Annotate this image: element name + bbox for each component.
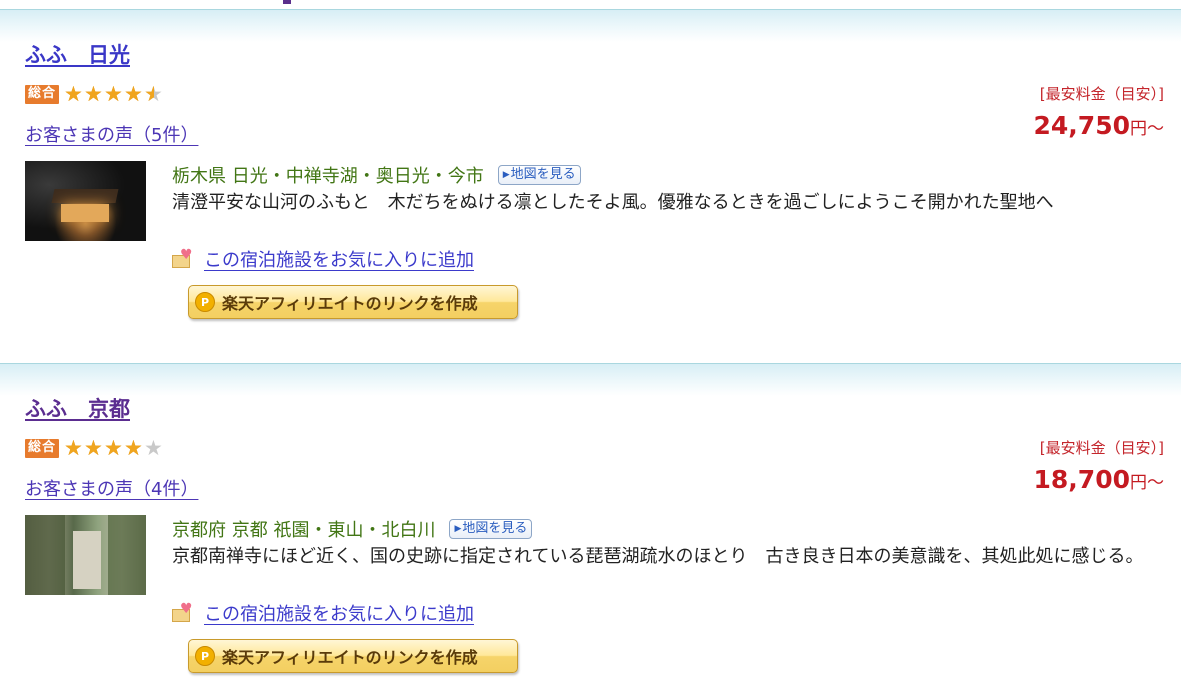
- location: 栃木県 日光・中禅寺湖・奥日光・今市 ▶ 地図を見る: [172, 162, 581, 188]
- hotel-name-link[interactable]: ふふ 京都: [25, 393, 130, 423]
- star-icon: ★: [124, 436, 143, 460]
- price-unit: 円〜: [1130, 119, 1164, 139]
- add-favorite-link[interactable]: この宿泊施設をお気に入りに追加: [204, 246, 474, 272]
- map-button-label: 地図を見る: [462, 521, 528, 536]
- half-star-icon: ★: [144, 83, 164, 105]
- price-unit: 円〜: [1130, 473, 1164, 493]
- rating-badge: 総合: [25, 438, 60, 458]
- coin-icon: P: [195, 646, 215, 666]
- favorite-row: ♥ この宿泊施設をお気に入りに追加: [172, 600, 474, 626]
- star-icon: ★: [104, 82, 123, 106]
- hotel-name-link[interactable]: ふふ 日光: [25, 39, 130, 69]
- affiliate-link-button[interactable]: P 楽天アフィリエイトのリンクを作成: [188, 639, 518, 673]
- price-label: [最安料金（目安）]: [1039, 439, 1164, 457]
- hotel-description: 清澄平安な山河のふもと 木だちをぬける凛としたそよ風。優雅なるときを過ごしによう…: [172, 192, 1054, 213]
- star-icon: ★: [104, 436, 123, 460]
- thumb-roof-shape: [51, 189, 119, 203]
- star-icon: ★: [84, 436, 103, 460]
- favorite-heart-icon: ♥: [172, 602, 194, 622]
- thumb-tree-shape: [108, 515, 146, 595]
- star-icon: ★: [124, 82, 143, 106]
- location-text: 栃木県 日光・中禅寺湖・奥日光・今市: [172, 166, 484, 187]
- affiliate-button-label: 楽天アフィリエイトのリンクを作成: [222, 648, 478, 667]
- rating-row: 総合 ★ ★ ★ ★ ★: [25, 82, 164, 106]
- reviews-link[interactable]: お客さまの声（5件）: [25, 121, 198, 147]
- price-value: 24,750: [1033, 111, 1130, 140]
- thumb-tree-shape: [25, 515, 65, 595]
- star-icon: ★: [64, 82, 83, 106]
- map-button-label: 地図を見る: [510, 167, 576, 182]
- star-rating: ★ ★ ★ ★ ★: [64, 437, 164, 459]
- play-arrow-icon: ▶: [502, 170, 510, 180]
- play-arrow-icon: ▶: [454, 524, 462, 534]
- add-favorite-link[interactable]: この宿泊施設をお気に入りに追加: [204, 600, 474, 626]
- thumb-gate-shape: [73, 531, 101, 589]
- favorite-heart-icon: ♥: [172, 248, 194, 268]
- location: 京都府 京都 祇園・東山・北白川 ▶ 地図を見る: [172, 516, 533, 542]
- price-value: 18,700: [1033, 465, 1130, 494]
- reviews-link[interactable]: お客さまの声（4件）: [25, 475, 198, 501]
- hotel-header-bar: [0, 9, 1181, 42]
- hotel-thumbnail[interactable]: [25, 161, 146, 241]
- affiliate-button-label: 楽天アフィリエイトのリンクを作成: [222, 294, 478, 313]
- top-cut-link-fragment: [283, 0, 291, 4]
- hotel-header-bar: [0, 363, 1181, 396]
- price-label: [最安料金（目安）]: [1039, 85, 1164, 103]
- hotel-card: ふふ 京都 総合 ★ ★ ★ ★ ★ お客さまの声（4件） [最安料金（目安）]…: [0, 363, 1200, 693]
- hotel-thumbnail[interactable]: [25, 515, 146, 595]
- favorite-row: ♥ この宿泊施設をお気に入りに追加: [172, 246, 474, 272]
- map-button[interactable]: ▶ 地図を見る: [497, 165, 581, 185]
- star-icon: ★: [84, 82, 103, 106]
- star-rating: ★ ★ ★ ★ ★: [64, 83, 164, 105]
- price: 18,700円〜: [1034, 465, 1164, 494]
- location-text: 京都府 京都 祇園・東山・北白川: [172, 520, 436, 541]
- coin-icon: P: [195, 292, 215, 312]
- star-icon: ★: [64, 436, 83, 460]
- hotel-description: 京都南禅寺にほど近く、国の史跡に指定されている琵琶湖疏水のほとり 古き良き日本の…: [172, 546, 1144, 567]
- affiliate-link-button[interactable]: P 楽天アフィリエイトのリンクを作成: [188, 285, 518, 319]
- hotel-card: ふふ 日光 総合 ★ ★ ★ ★ ★ お客さまの声（5件） [最安料金（目安）]…: [0, 9, 1200, 339]
- thumb-light-shape: [61, 204, 109, 222]
- empty-star-icon: ★: [144, 436, 163, 460]
- map-button[interactable]: ▶ 地図を見る: [449, 519, 533, 539]
- price: 24,750円〜: [1034, 111, 1164, 140]
- rating-row: 総合 ★ ★ ★ ★ ★: [25, 436, 164, 460]
- rating-badge: 総合: [25, 84, 60, 104]
